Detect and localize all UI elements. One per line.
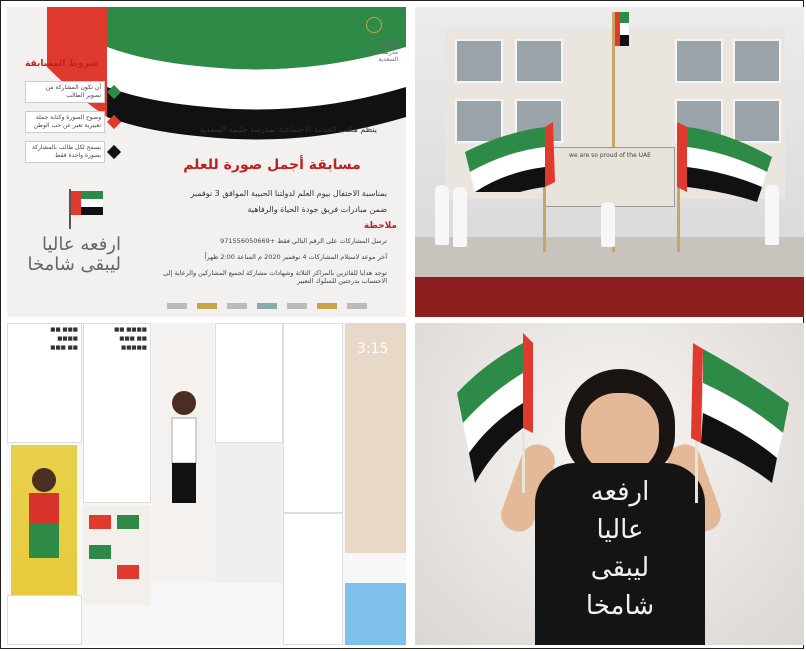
initiative-text: ضمن مبادرات فريق جودة الحياة والرفاهية (247, 205, 388, 214)
chat-screenshot (283, 323, 343, 513)
banner-text: we are so proud of the UAE (569, 152, 651, 159)
tshirt-slogan: ارفعه عاليا ليبقى شامخا (535, 473, 705, 625)
uae-flag-icon (677, 122, 772, 202)
phone-wallpaper-photo: 3:15 (345, 323, 406, 553)
note-item: توجد هدايا للفائزين بالمراكز الثلاثة وشه… (163, 269, 387, 285)
condition-item: أن تكون المشاركة من تصوير الطالب (25, 81, 105, 103)
school-ceremony-photo: we are so proud of the UAE (415, 7, 804, 317)
chat-screenshot: ■■■ ■■ ■■■■ ■■ ■■■ (7, 323, 82, 443)
student-figure (435, 185, 449, 245)
condition-item: وضوح الصورة وكتابة جملة تعبيرية تعبر عن … (25, 111, 105, 133)
window (675, 39, 723, 83)
chat-screenshot: ■■■■ ■■ ■■ ■■■ ■■■■■ (83, 323, 151, 503)
ministry-name: وزارة التربية والتعليم (367, 35, 398, 49)
slogan-line: عاليا (596, 515, 644, 545)
notes-title: ملاحظة (363, 221, 397, 231)
child-with-flag (171, 391, 197, 503)
clock-text: 3:15 (357, 341, 389, 357)
slogan-line: ليبقى (590, 553, 650, 583)
flag-drawing-photo (83, 505, 151, 605)
child-photo (215, 443, 283, 583)
window (733, 39, 781, 83)
crest-icon (366, 17, 382, 33)
child-in-flag-dress (29, 468, 59, 558)
child-photo (11, 445, 77, 595)
competition-title: مسابقة أجمل صورة للعلم (183, 157, 361, 173)
window (515, 39, 563, 83)
student-figure (765, 185, 779, 245)
sponsor-logos-strip (167, 303, 367, 309)
ministry-logo: وزارة التربية والتعليم مدرسة حليمة السعد… (350, 17, 398, 63)
slogan-line: ليبقى شامخا (27, 254, 122, 275)
school-name: مدرسة حليمة السعدية (364, 49, 398, 63)
uae-flag-icon (69, 189, 103, 229)
note-item: ترسل المشاركات على الرقم التالي فقط +971… (220, 237, 387, 245)
child-photo (152, 323, 214, 583)
sponsor-logos (157, 302, 387, 310)
hand-drawn-flags (89, 515, 139, 579)
uae-flag-icon (615, 12, 629, 46)
competition-poster: وزارة التربية والتعليم مدرسة حليمة السعد… (7, 7, 406, 317)
window (455, 39, 503, 83)
drawing-screenshot (283, 513, 343, 645)
occasion-text: بمناسبة الاحتفال بيوم العلم لدولتنا الحب… (190, 189, 387, 198)
flag-sky-photo (345, 583, 406, 645)
student-figure (453, 187, 467, 247)
calligraphy-slogan: ارفعه عاليا ليبقى شامخا (21, 234, 122, 275)
face (581, 393, 659, 473)
uae-flag-icon (691, 343, 789, 483)
slogan-line: شامخا (585, 591, 655, 621)
note-item: آخر موعد لاستلام المشاركات 4 نوفمبر 2020… (204, 253, 387, 261)
uae-flag-icon (457, 333, 533, 483)
uae-flag-icon (465, 122, 555, 192)
drawing-screenshot (7, 595, 82, 645)
submissions-collage: ■■■ ■■ ■■■■ ■■ ■■■ ■■■■ ■■ ■■ ■■■ ■■■■■ 3:15 (7, 323, 406, 645)
condition-item: يسمح لكل طالب بالمشاركة بصورة واحدة فقط (25, 141, 105, 163)
photo-banner: we are so proud of the UAE (545, 147, 675, 207)
conditions-title: شروط المسابقة (25, 59, 98, 69)
organizer-text: ينظم مكتب الخدمة الاجتماعية بمدرسة حليمة… (199, 125, 377, 134)
slogan-line: ارفعه عاليا (42, 234, 121, 255)
student-figure (601, 202, 615, 247)
red-carpet-step (415, 277, 804, 317)
chat-screenshot (215, 323, 283, 443)
girl-with-flags-photo: ارفعه عاليا ليبقى شامخا (415, 323, 804, 645)
